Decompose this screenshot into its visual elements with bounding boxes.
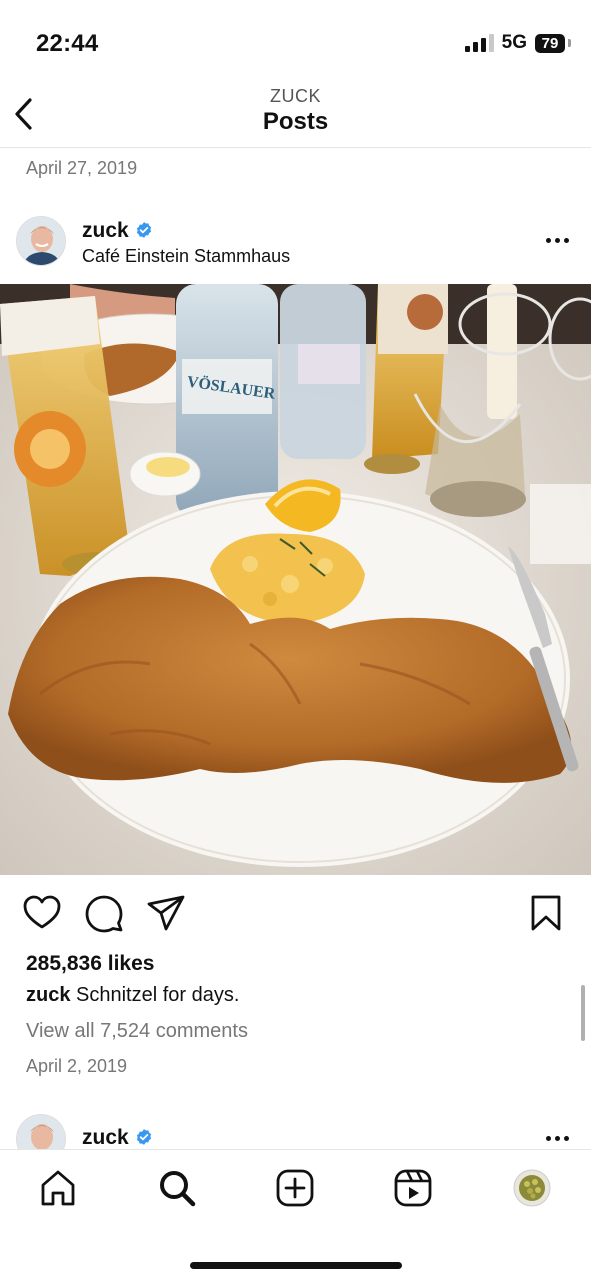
- reels-icon: [394, 1169, 432, 1207]
- view-comments-link[interactable]: View all 7,524 comments: [26, 1020, 248, 1043]
- username-text: zuck: [82, 1126, 129, 1149]
- username-text: zuck: [82, 219, 129, 242]
- nav-header: ZUCK Posts: [0, 80, 591, 148]
- share-button[interactable]: [146, 893, 186, 933]
- status-bar: 22:44 5G 79: [0, 0, 591, 80]
- home-indicator: [190, 1262, 402, 1269]
- battery-indicator: 79: [535, 33, 565, 53]
- more-options-button[interactable]: [546, 1136, 569, 1141]
- verified-badge-icon: [136, 222, 151, 238]
- signal-icon: [464, 34, 494, 52]
- post-location[interactable]: Café Einstein Stammhaus: [82, 246, 290, 267]
- verified-badge-icon: [136, 1129, 151, 1145]
- avatar[interactable]: [16, 216, 66, 266]
- post-header: zuck Café Einstein Stammhaus: [0, 212, 591, 272]
- tab-search[interactable]: [157, 1168, 197, 1208]
- like-button[interactable]: [22, 893, 62, 933]
- like-count[interactable]: 285,836 likes: [26, 952, 154, 976]
- post-username[interactable]: zuck: [82, 219, 153, 243]
- post-photo[interactable]: VÖSLAUER: [0, 284, 591, 875]
- create-icon: [276, 1169, 314, 1207]
- network-type: 5G: [501, 32, 527, 53]
- tab-bar: [0, 1149, 591, 1280]
- previous-post-date: April 27, 2019: [26, 158, 138, 178]
- status-time: 22:44: [36, 30, 99, 57]
- avatar[interactable]: [16, 1114, 66, 1150]
- post-caption: zuck Schnitzel for days.: [26, 984, 239, 1007]
- schnitzel-photo: VÖSLAUER: [0, 284, 591, 875]
- profile-avatar: [513, 1169, 551, 1207]
- page-title: Posts: [262, 108, 329, 135]
- header-username: ZUCK: [270, 86, 321, 106]
- caption-text: Schnitzel for days.: [76, 984, 240, 1006]
- search-icon: [160, 1171, 196, 1207]
- more-options-button[interactable]: [546, 238, 569, 243]
- post-date: April 2, 2019: [26, 1056, 128, 1076]
- heart-icon: [23, 895, 61, 929]
- comment-icon: [85, 895, 123, 933]
- bookmark-icon: [531, 895, 561, 931]
- next-post-username[interactable]: zuck: [82, 1126, 153, 1150]
- caption-username[interactable]: zuck: [26, 984, 70, 1006]
- tab-create[interactable]: [275, 1168, 315, 1208]
- tab-profile[interactable]: [512, 1168, 552, 1208]
- home-icon: [41, 1170, 75, 1206]
- battery-cap: [568, 39, 571, 47]
- comment-button[interactable]: [84, 893, 124, 933]
- tab-reels[interactable]: [393, 1168, 433, 1208]
- scrollbar[interactable]: [581, 985, 585, 1041]
- post-actions: [0, 893, 591, 937]
- save-button[interactable]: [526, 893, 566, 933]
- next-post-header: zuck: [0, 1112, 591, 1150]
- tab-home[interactable]: [38, 1168, 78, 1208]
- status-indicators: 5G 79: [464, 32, 571, 54]
- send-icon: [147, 895, 185, 931]
